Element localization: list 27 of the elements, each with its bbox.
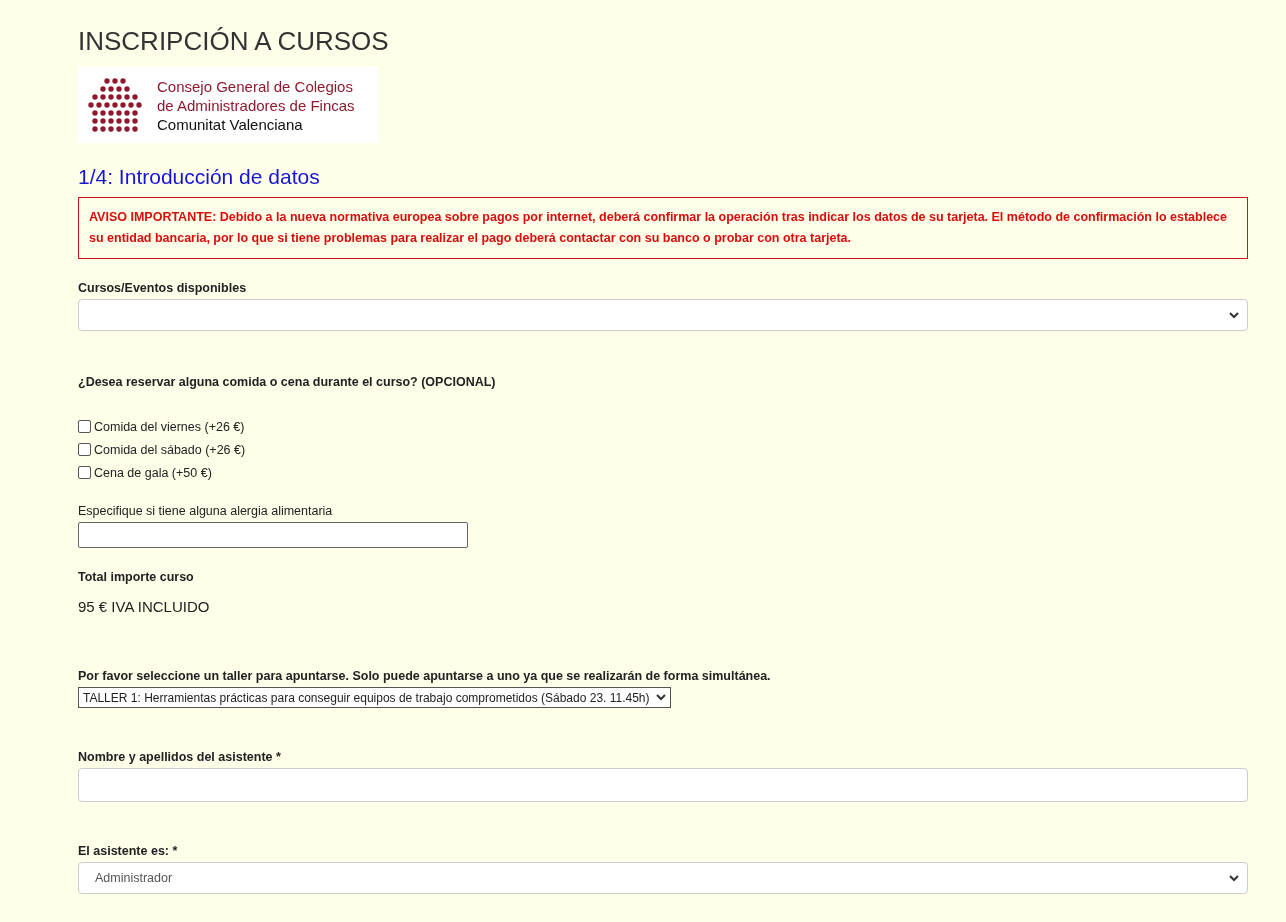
important-notice: AVISO IMPORTANTE: Debido a la nueva normativa europea sobre pagos por internet, deberá confirmar la operación tras indicar los datos de su tarjeta. El método de confirmación lo establece su entidad bancaria, por lo que si tiene problemas para realizar el pago deberá contactar con su banco o probar con otra tarjeta. xyxy=(78,197,1248,259)
chevron-down-icon xyxy=(655,694,666,701)
checkbox-label: Comida del viernes (+26 €) xyxy=(94,419,245,434)
field-label: Especifique si tiene alguna alergia alimentaria xyxy=(78,504,334,518)
field-label: El asistente es: * xyxy=(78,844,179,858)
field-label: Cursos/Eventos disponibles xyxy=(78,281,248,295)
logo-text: de Administradores de Fincas xyxy=(157,95,355,115)
attendee-type-select[interactable]: Administrador xyxy=(78,862,1248,894)
field-label: Total importe curso xyxy=(78,570,195,584)
chevron-down-icon xyxy=(1229,311,1239,319)
checkbox-label: Cena de gala (+50 €) xyxy=(94,465,212,480)
question-label: ¿Desea reservar alguna comida o cena durante el curso? (OPCIONAL) xyxy=(78,375,497,389)
logo-text: Comunitat Valenciana xyxy=(157,114,304,134)
page-title: INSCRIPCIÓN A CURSOS xyxy=(78,26,390,57)
checkbox[interactable] xyxy=(78,466,91,479)
field-label: Nombre y apellidos del asistente * xyxy=(78,750,282,764)
workshop-select[interactable]: TALLER 1: Herramientas prácticas para conseguir equipos de trabajo comprometidos (Sábado 23. 11.45h) xyxy=(78,687,671,708)
logo-text: Consejo General de Colegios xyxy=(157,76,354,96)
name-input[interactable] xyxy=(78,768,1248,802)
chevron-down-icon xyxy=(1229,874,1239,882)
step-title: 1/4: Introducción de datos xyxy=(78,165,321,189)
allergy-input[interactable] xyxy=(78,522,468,548)
checkbox[interactable] xyxy=(78,443,91,456)
checkbox-label: Comida del sábado (+26 €) xyxy=(94,442,246,457)
total-amount: 95 € IVA INCLUIDO xyxy=(78,598,211,615)
field-label: Por favor seleccione un taller para apuntarse. Solo puede apuntarse a uno ya que se realizarán de forma simultánea. xyxy=(78,669,772,683)
checkbox[interactable] xyxy=(78,420,91,433)
